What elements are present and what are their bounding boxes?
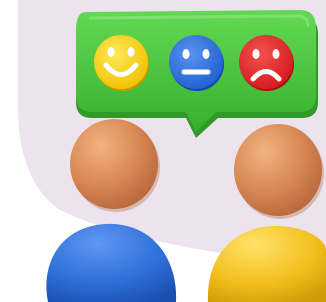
illustration [0, 0, 326, 302]
feedback-illustration [18, 0, 326, 302]
person-left-head [70, 119, 158, 209]
person-right-head [234, 124, 322, 216]
